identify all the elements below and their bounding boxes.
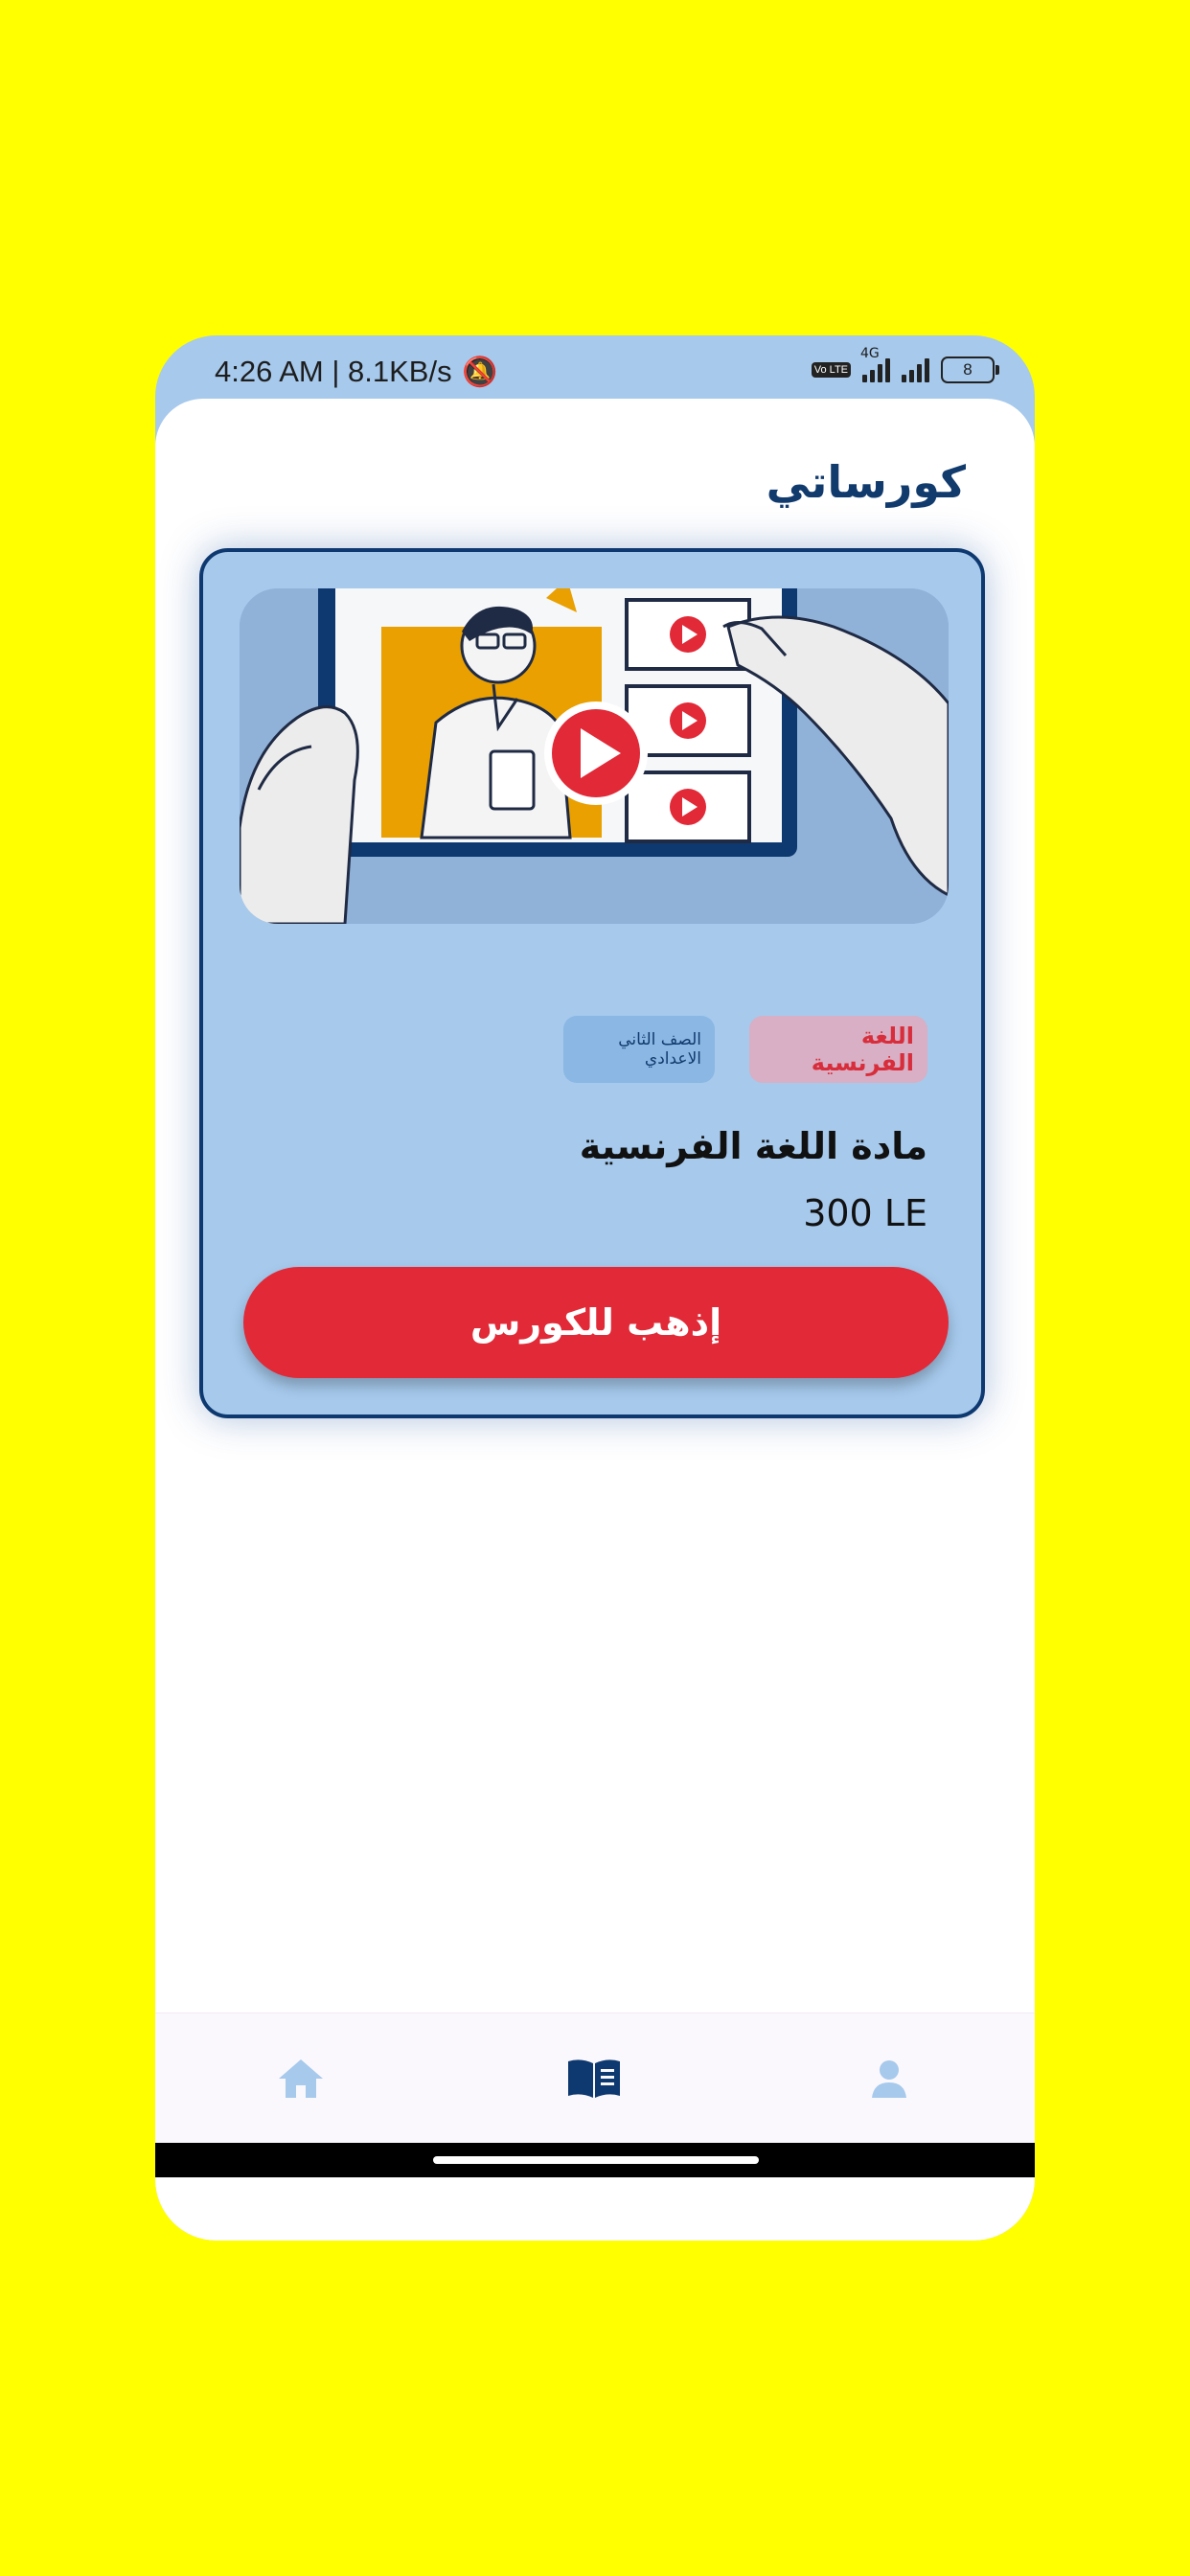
mute-icon: 🔕	[462, 356, 498, 388]
battery-icon: 8	[941, 356, 999, 383]
nav-home[interactable]	[272, 2050, 330, 2107]
go-to-course-button[interactable]: إذهب للكورس	[243, 1267, 949, 1378]
course-badges: الصف الثاني الاعدادي اللغة الفرنسية	[563, 1016, 927, 1083]
battery-level: 8	[963, 360, 973, 379]
nav-courses[interactable]	[565, 2050, 623, 2107]
course-price: 300 LE	[803, 1192, 927, 1234]
grade-badge: الصف الثاني الاعدادي	[563, 1016, 715, 1083]
home-indicator[interactable]	[433, 2156, 759, 2164]
signal-icon-1: 4G	[860, 346, 890, 382]
status-separator: |	[323, 355, 349, 388]
status-left: 4:26 AM | 8.1KB/s 🔕	[215, 355, 498, 389]
main-content: كورساتي الصف الثاني الاعدادي اللغة الفرن…	[155, 399, 1035, 2241]
volte-icon: Vo LTE	[811, 362, 851, 378]
network-speed: 8.1KB/s	[348, 355, 452, 388]
page-title: كورساتي	[766, 456, 966, 508]
clock: 4:26 AM	[215, 355, 324, 388]
book-icon	[568, 2059, 620, 2098]
network-type: 4G	[860, 346, 880, 361]
course-title: مادة اللغة الفرنسية	[579, 1125, 927, 1167]
phone-frame: 4:26 AM | 8.1KB/s 🔕 Vo LTE 4G 8 كورساتي	[155, 335, 1035, 2241]
home-icon	[279, 2059, 323, 2098]
status-bar: 4:26 AM | 8.1KB/s 🔕 Vo LTE 4G 8	[155, 335, 1035, 402]
person-icon	[872, 2060, 906, 2098]
video-lesson-illustration-icon	[240, 588, 949, 924]
gesture-area	[155, 2143, 1035, 2177]
signal-icon-2	[902, 357, 929, 382]
nav-profile[interactable]	[860, 2050, 918, 2107]
subject-badge: اللغة الفرنسية	[749, 1016, 927, 1083]
course-card[interactable]: الصف الثاني الاعدادي اللغة الفرنسية مادة…	[199, 548, 985, 1418]
status-right: Vo LTE 4G 8	[811, 346, 999, 383]
course-thumbnail[interactable]	[240, 588, 949, 924]
bottom-nav	[155, 2012, 1035, 2144]
